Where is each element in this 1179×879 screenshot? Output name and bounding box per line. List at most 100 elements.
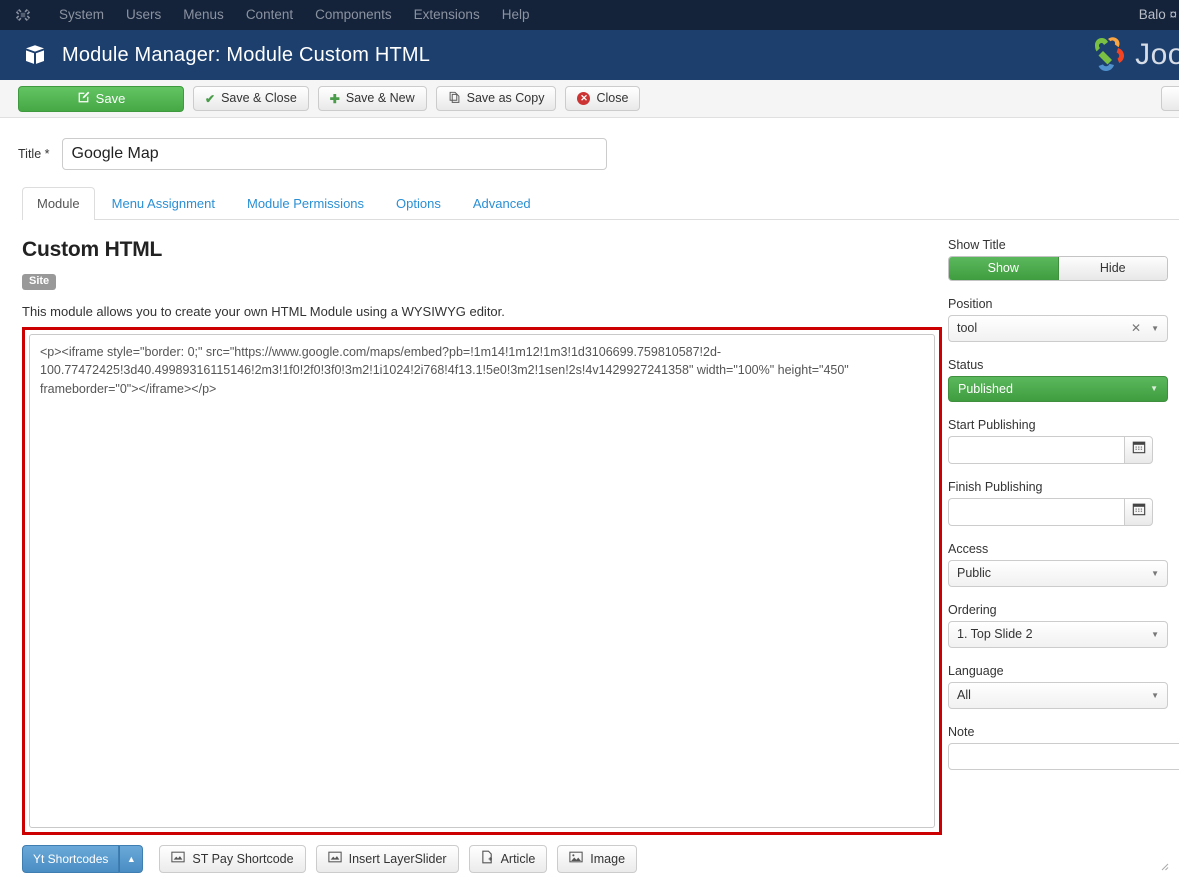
position-select[interactable]: tool ✕ ▼ (948, 314, 1168, 342)
joomla-logo-icon[interactable] (14, 6, 32, 24)
status-value: Published (958, 381, 1013, 396)
navbar-item-users[interactable]: Users (115, 0, 172, 30)
chevron-down-icon[interactable]: ▼ (1150, 384, 1158, 393)
module-edit-body: Custom HTML Site This module allows you … (0, 220, 1179, 873)
show-title-show-option[interactable]: Show (949, 256, 1059, 280)
save-new-button[interactable]: ✚ Save & New (317, 86, 427, 111)
picture-icon (569, 851, 583, 866)
field-show-title: Show Title Show Hide (948, 238, 1179, 281)
clear-x-icon[interactable]: ✕ (1131, 321, 1141, 335)
save-new-button-label: Save & New (345, 91, 415, 106)
yt-shortcodes-button[interactable]: Yt Shortcodes (22, 844, 120, 873)
calendar-icon (1132, 440, 1146, 459)
position-value: tool (957, 321, 978, 336)
save-button[interactable]: Save (18, 85, 184, 112)
tab-advanced[interactable]: Advanced (458, 187, 546, 219)
title-row: Title * (0, 118, 1179, 170)
tab-module[interactable]: Module (22, 187, 95, 220)
field-ordering: Ordering 1. Top Slide 2 ▼ (948, 603, 1179, 648)
save-close-button-label: Save & Close (221, 91, 297, 106)
toolbar-overflow-button[interactable] (1161, 86, 1179, 111)
save-close-button[interactable]: ✔ Save & Close (193, 86, 309, 111)
tab-menu-assignment[interactable]: Menu Assignment (97, 187, 230, 219)
language-value: All (957, 688, 971, 703)
chevron-down-icon[interactable]: ▼ (1151, 630, 1159, 639)
image-frame-icon (327, 851, 342, 866)
show-title-label: Show Title (948, 237, 1006, 252)
position-label: Position (948, 296, 993, 311)
note-input[interactable] (948, 742, 1179, 770)
save-as-copy-button-label: Save as Copy (466, 91, 545, 106)
page-header: Module Manager: Module Custom HTML Joo (0, 30, 1179, 80)
field-note: Note (948, 725, 1179, 770)
image-frame-icon (171, 851, 186, 866)
field-access: Access Public ▼ (948, 542, 1179, 587)
joomla-brand: Joo (1083, 35, 1179, 75)
language-label: Language (948, 663, 1004, 678)
status-label: Status (948, 357, 984, 372)
ordering-select[interactable]: 1. Top Slide 2 ▼ (948, 620, 1168, 648)
note-label: Note (948, 724, 975, 739)
tab-bar: Module Menu Assignment Module Permission… (22, 187, 1179, 220)
start-publishing-calendar-button[interactable] (1124, 435, 1153, 464)
check-icon: ✔ (205, 91, 216, 106)
yt-shortcodes-group: Yt Shortcodes ▲ (22, 844, 144, 873)
navbar-item-menus[interactable]: Menus (172, 0, 235, 30)
title-input[interactable] (61, 138, 607, 170)
field-status: Status Published ▼ (948, 358, 1179, 402)
caret-up-icon[interactable]: ▲ (119, 844, 144, 873)
finish-publishing-calendar-button[interactable] (1124, 497, 1153, 526)
field-position: Position tool ✕ ▼ (948, 297, 1179, 342)
show-title-hide-option[interactable]: Hide (1058, 256, 1167, 280)
chevron-down-icon[interactable]: ▼ (1151, 691, 1159, 700)
module-main-column: Custom HTML Site This module allows you … (0, 220, 1169, 873)
insert-layerslider-label: Insert LayerSlider (348, 851, 447, 866)
image-button-label: Image (590, 851, 626, 866)
admin-navbar: System Users Menus Content Components Ex… (0, 0, 1179, 30)
navbar-item-content[interactable]: Content (235, 0, 304, 30)
client-badge: Site (22, 273, 57, 290)
navbar-item-extensions[interactable]: Extensions (403, 0, 491, 30)
language-select[interactable]: All ▼ (948, 681, 1168, 709)
module-side-panel: Show Title Show Hide Position tool ✕ ▼ S… (940, 220, 1179, 873)
chevron-down-icon[interactable]: ▼ (1151, 324, 1159, 333)
title-field-label: Title * (18, 147, 50, 161)
start-publishing-input[interactable] (948, 435, 1124, 464)
access-select[interactable]: Public ▼ (948, 559, 1168, 587)
st-pay-shortcode-button[interactable]: ST Pay Shortcode (159, 844, 306, 873)
finish-publishing-label: Finish Publishing (948, 479, 1043, 494)
article-button[interactable]: Article (468, 844, 548, 873)
image-button[interactable]: Image (557, 844, 638, 873)
article-button-label: Article (500, 851, 536, 866)
article-page-icon (481, 850, 494, 867)
finish-publishing-group (948, 497, 1153, 526)
chevron-down-icon[interactable]: ▼ (1151, 569, 1159, 578)
navbar-item-system[interactable]: System (48, 0, 115, 30)
field-language: Language All ▼ (948, 664, 1179, 709)
ordering-label: Ordering (948, 602, 997, 617)
close-button[interactable]: ✕ Close (565, 86, 641, 111)
insert-layerslider-button[interactable]: Insert LayerSlider (315, 844, 459, 873)
navbar-user-menu[interactable]: Balo ¤ (1139, 0, 1179, 30)
joomla-brand-text: Joo (1135, 38, 1179, 71)
tab-module-permissions[interactable]: Module Permissions (232, 187, 379, 219)
navbar-item-help[interactable]: Help (491, 0, 541, 30)
access-label: Access (948, 541, 989, 556)
save-button-label: Save (95, 91, 126, 106)
plus-icon: ✚ (329, 91, 340, 106)
close-x-icon: ✕ (577, 92, 591, 105)
close-button-label: Close (596, 91, 629, 106)
ordering-value: 1. Top Slide 2 (957, 627, 1033, 642)
status-select[interactable]: Published ▼ (948, 375, 1168, 402)
joomla-brand-icon (1095, 37, 1125, 71)
tab-options[interactable]: Options (381, 187, 456, 219)
navbar-item-components[interactable]: Components (304, 0, 403, 30)
html-editor-textarea[interactable]: <p><iframe style="border: 0;" src="https… (29, 333, 935, 828)
field-start-publishing: Start Publishing (948, 418, 1179, 464)
field-finish-publishing: Finish Publishing (948, 480, 1179, 526)
show-title-toggle: Show Hide (948, 255, 1168, 281)
finish-publishing-input[interactable] (948, 497, 1124, 526)
save-as-copy-button[interactable]: Save as Copy (435, 86, 557, 111)
editor-button-row: Yt Shortcodes ▲ ST Pay Shortcode Insert … (22, 844, 940, 873)
st-pay-shortcode-label: ST Pay Shortcode (192, 851, 294, 866)
